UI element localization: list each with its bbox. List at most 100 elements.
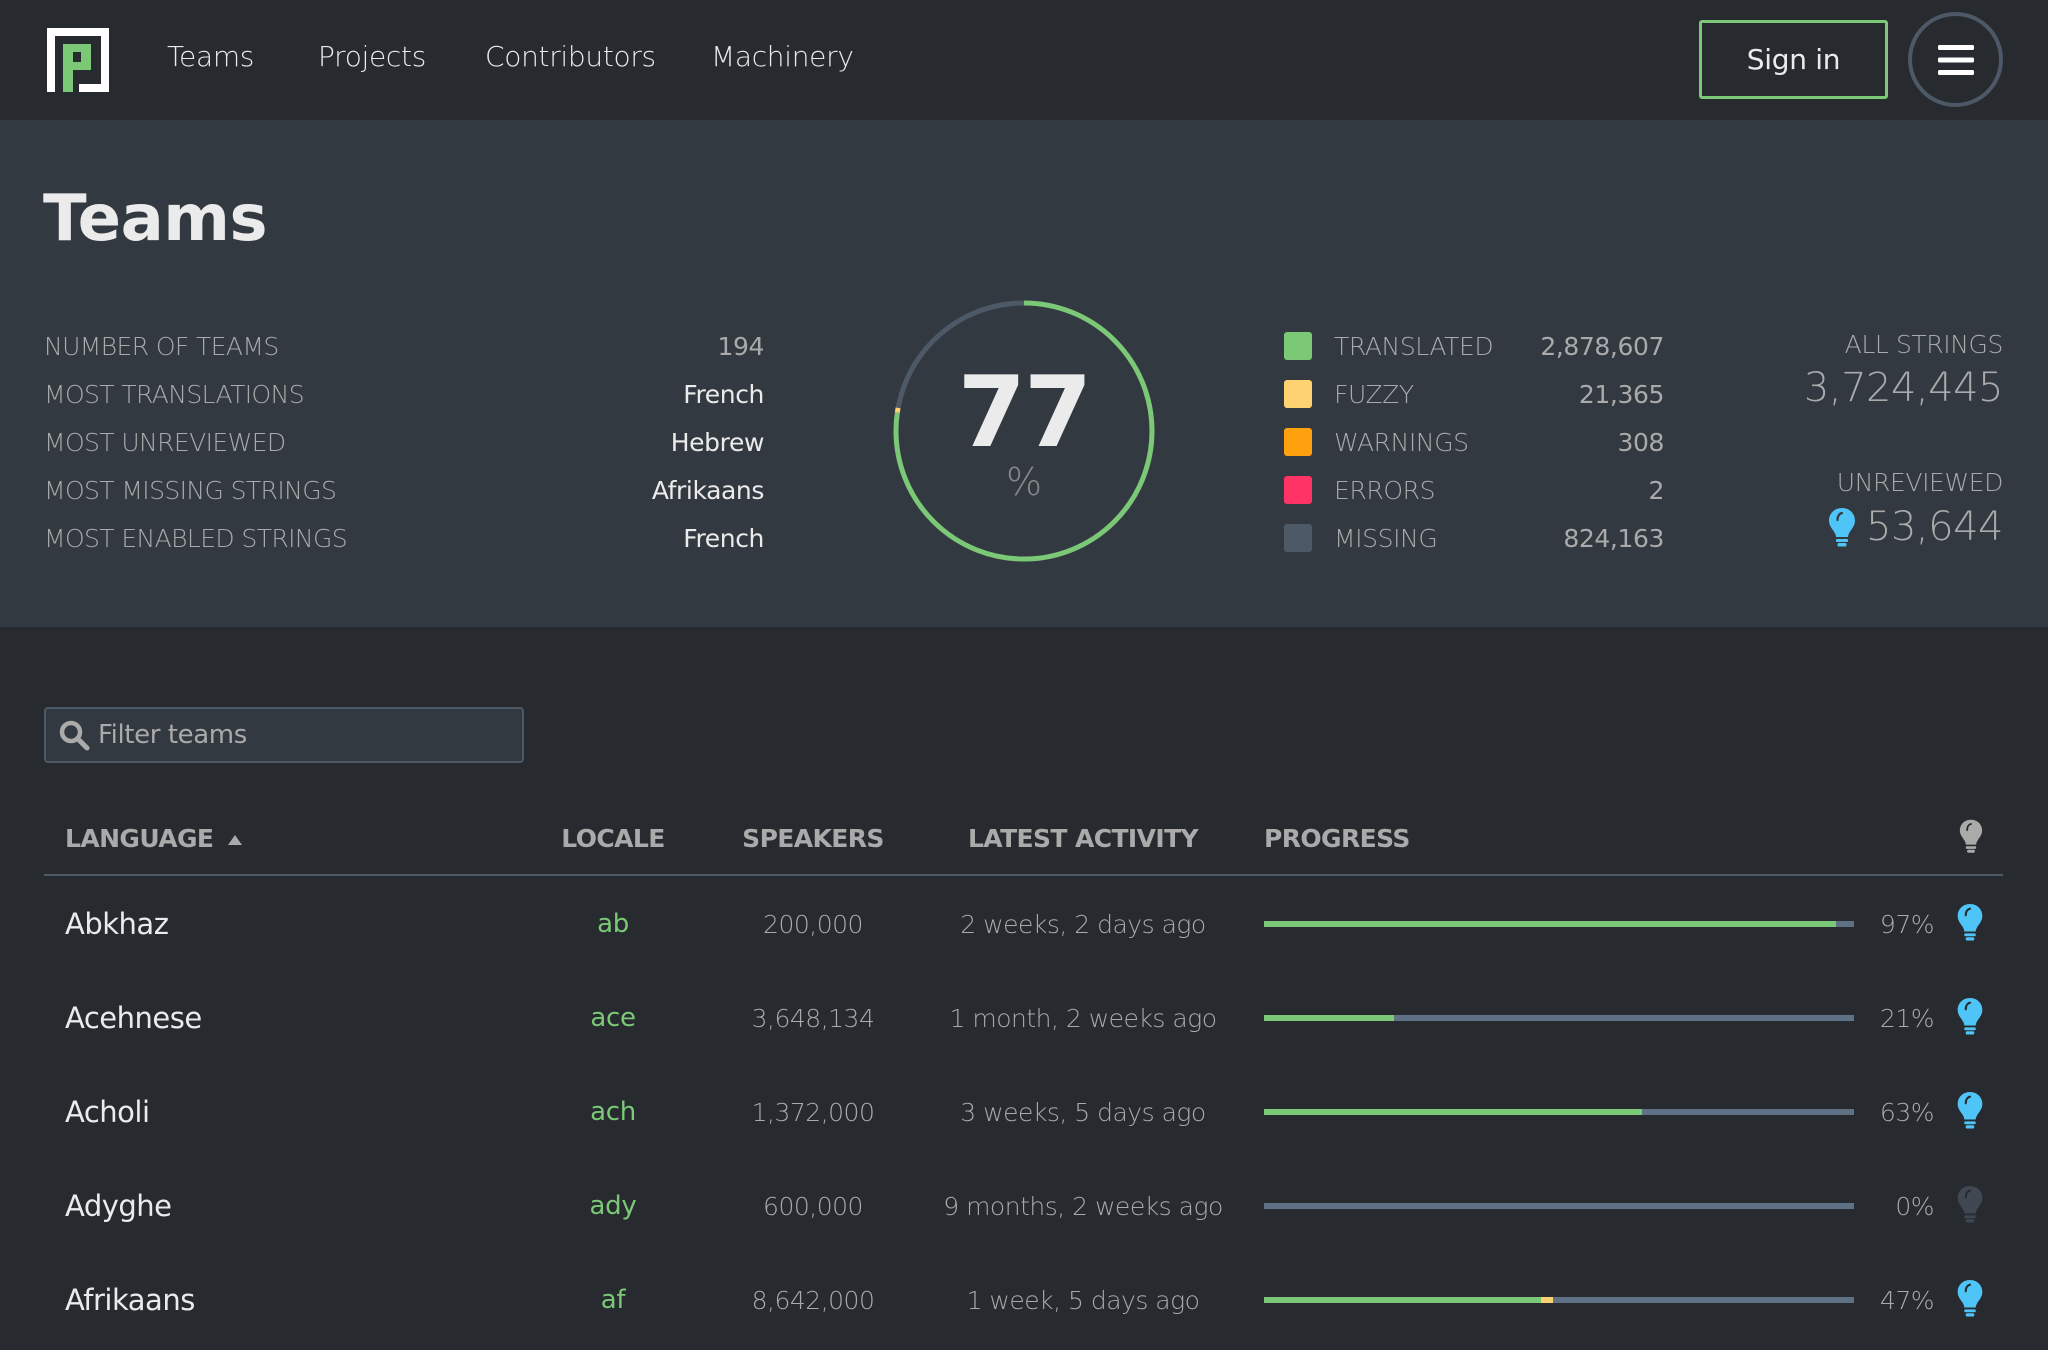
language-link[interactable]: Adyghe — [65, 1189, 172, 1223]
legend-value: 308 — [1617, 427, 1664, 457]
table-row[interactable]: Acehnese ace 3,648,134 1 month, 2 weeks ago… — [44, 971, 2003, 1065]
hamburger-icon — [1937, 44, 1974, 75]
language-link[interactable]: Acholi — [65, 1095, 150, 1129]
progress-bar-translated — [1264, 1109, 1642, 1115]
column-header-locale[interactable]: LOCALE — [561, 824, 665, 853]
pontoon-logo[interactable] — [47, 28, 109, 92]
unreviewed-link[interactable]: 53,644 — [1828, 504, 2003, 550]
stat-label: MOST TRANSLATIONS — [44, 379, 305, 409]
stat-value-link[interactable]: Hebrew — [671, 428, 765, 457]
stat-value-link[interactable]: French — [683, 524, 764, 553]
column-header-speakers[interactable]: SPEAKERS — [742, 824, 884, 853]
teams-summary: Teams NUMBER OF TEAMS 194 MOST TRANSLATI… — [0, 120, 2048, 627]
nav-machinery[interactable]: Machinery — [711, 40, 854, 73]
legend-item-fuzzy: FUZZY 21,365 — [1284, 374, 1664, 414]
latest-activity-value: 9 months, 2 weeks ago — [943, 1191, 1223, 1221]
donut-percent-sign: % — [1005, 460, 1043, 504]
progress-percent: 21% — [1879, 1003, 1935, 1033]
progress-bar[interactable] — [1264, 1015, 1854, 1021]
legend-label: TRANSLATED — [1334, 331, 1494, 361]
nav-contributors[interactable]: Contributors — [485, 40, 656, 73]
unreviewed-value: 53,644 — [1866, 504, 2003, 550]
nav-projects[interactable]: Projects — [318, 40, 426, 73]
speakers-value: 200,000 — [763, 909, 863, 939]
locale-link[interactable]: ace — [590, 1003, 636, 1033]
speakers-value: 8,642,000 — [751, 1285, 875, 1315]
legend-swatch — [1284, 524, 1312, 552]
stat-value-link[interactable]: French — [683, 380, 764, 409]
speakers-value: 1,372,000 — [751, 1097, 875, 1127]
progress-bar[interactable] — [1264, 921, 1854, 927]
locale-link[interactable]: ab — [597, 909, 629, 939]
legend-item-warnings: WARNINGS 308 — [1284, 422, 1664, 462]
all-strings-value: 3,724,445 — [1803, 365, 2004, 411]
progress-percent: 97% — [1879, 909, 1935, 939]
locale-link[interactable]: af — [601, 1285, 626, 1315]
sign-in-button[interactable]: Sign in — [1699, 20, 1888, 99]
stat-most-unreviewed: MOST UNREVIEWED Hebrew — [44, 422, 764, 462]
stat-number-of-teams: NUMBER OF TEAMS 194 — [44, 326, 764, 366]
legend-label: FUZZY — [1334, 379, 1414, 409]
legend-value: 21,365 — [1578, 379, 1664, 409]
latest-activity-value: 2 weeks, 2 days ago — [960, 909, 1206, 939]
nav-teams[interactable]: Teams — [167, 40, 254, 73]
legend-swatch — [1284, 332, 1312, 360]
locale-link[interactable]: ach — [590, 1097, 636, 1127]
progress-bar-translated — [1264, 921, 1837, 927]
column-header-latest-activity[interactable]: LATEST ACTIVITY — [968, 824, 1199, 853]
language-link[interactable]: Abkhaz — [65, 907, 169, 941]
progress-bar[interactable] — [1264, 1109, 1854, 1115]
stat-value-link[interactable]: Afrikaans — [652, 476, 765, 505]
all-strings-label: ALL STRINGS — [1844, 330, 2004, 359]
menu-button[interactable] — [1908, 12, 2003, 107]
stat-most-missing-strings: MOST MISSING STRINGS Afrikaans — [44, 470, 764, 510]
language-link[interactable]: Afrikaans — [65, 1283, 195, 1317]
stat-value: 194 — [717, 331, 764, 361]
unreviewed-lightbulb-icon[interactable] — [1956, 1091, 1984, 1129]
table-row[interactable]: Adyghe ady 600,000 9 months, 2 weeks ago 0% — [44, 1159, 2003, 1253]
unreviewed-column-lightbulb-icon[interactable] — [1959, 818, 1983, 854]
table-row[interactable]: Abkhaz ab 200,000 2 weeks, 2 days ago 97% — [44, 877, 2003, 971]
language-link[interactable]: Acehnese — [65, 1001, 202, 1035]
speakers-value: 600,000 — [763, 1191, 863, 1221]
table-row[interactable]: Afrikaans af 8,642,000 1 week, 5 days ago 47… — [44, 1253, 2003, 1347]
locale-link[interactable]: ady — [590, 1191, 637, 1221]
unreviewed-lightbulb-icon[interactable] — [1956, 903, 1984, 941]
progress-percent: 47% — [1879, 1285, 1935, 1315]
legend-swatch — [1284, 428, 1312, 456]
donut-percent-number: 77 — [957, 356, 1092, 470]
legend-swatch — [1284, 476, 1312, 504]
latest-activity-value: 3 weeks, 5 days ago — [960, 1097, 1206, 1127]
legend-swatch — [1284, 380, 1312, 408]
legend-item-translated: TRANSLATED 2,878,607 — [1284, 326, 1664, 366]
top-navigation: Teams Projects Contributors Machinery Si… — [0, 0, 2048, 120]
legend-value: 824,163 — [1563, 523, 1664, 553]
legend-value: 2 — [1648, 475, 1664, 505]
filter-teams-input[interactable] — [98, 720, 522, 750]
unreviewed-lightbulb-icon[interactable] — [1956, 997, 1984, 1035]
latest-activity-value: 1 week, 5 days ago — [966, 1285, 1200, 1315]
legend-item-errors: ERRORS 2 — [1284, 470, 1664, 510]
stat-label: NUMBER OF TEAMS — [44, 331, 279, 361]
progress-percent: 0% — [1895, 1191, 1934, 1221]
progress-bar[interactable] — [1264, 1203, 1854, 1209]
sort-ascending-icon — [227, 835, 242, 845]
column-header-progress[interactable]: PROGRESS — [1264, 824, 1410, 853]
legend-value: 2,878,607 — [1540, 331, 1664, 361]
progress-bar[interactable] — [1264, 1297, 1854, 1303]
lightbulb-icon — [1829, 508, 1856, 547]
progress-percent: 63% — [1879, 1097, 1935, 1127]
stat-most-translations: MOST TRANSLATIONS French — [44, 374, 764, 414]
unreviewed-lightbulb-icon[interactable] — [1956, 1279, 1984, 1317]
page-title: Teams — [43, 182, 268, 256]
column-header-language-label: LANGUAGE — [65, 824, 214, 853]
latest-activity-value: 1 month, 2 weeks ago — [949, 1003, 1217, 1033]
unreviewed-label: UNREVIEWED — [1836, 468, 2004, 497]
table-row[interactable]: Acholi ach 1,372,000 3 weeks, 5 days ago 63% — [44, 1065, 2003, 1159]
filter-teams-field[interactable] — [44, 707, 524, 763]
stat-label: MOST MISSING STRINGS — [44, 475, 337, 505]
column-header-language[interactable]: LANGUAGE — [65, 824, 242, 853]
progress-bar-translated — [1264, 1297, 1542, 1303]
logo-icon — [47, 28, 109, 92]
stat-label: MOST ENABLED STRINGS — [44, 523, 348, 553]
